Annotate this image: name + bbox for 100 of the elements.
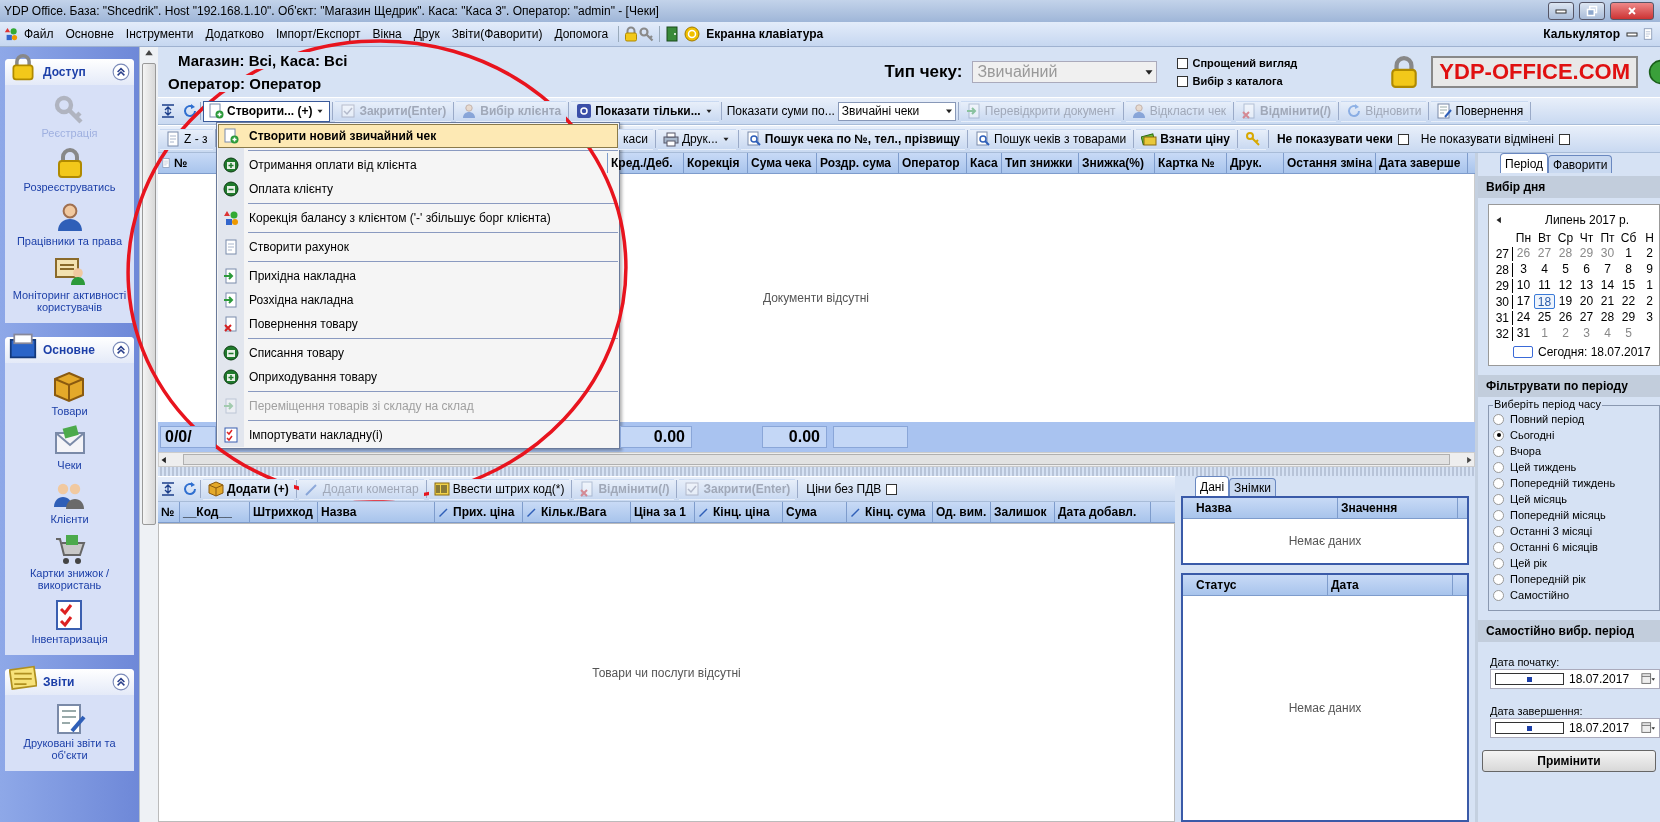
calendar-day[interactable]: 24 xyxy=(1513,310,1534,325)
calendar-day[interactable]: 22 xyxy=(1618,294,1639,309)
period-option[interactable]: Цей рік xyxy=(1493,556,1655,570)
column-header[interactable]: Кінц. ціна xyxy=(695,502,783,522)
column-header[interactable]: Статус xyxy=(1193,575,1328,595)
calendar-day[interactable]: 1 xyxy=(1534,326,1555,341)
toolbar-button[interactable]: Показати тільки... xyxy=(571,100,719,122)
toolbar-button[interactable]: Пошук чеків з товарами xyxy=(970,128,1132,150)
menu-item[interactable]: Повернення товару xyxy=(218,312,618,336)
calendar-day[interactable]: 6 xyxy=(1576,262,1597,277)
calendar-day[interactable]: 28 xyxy=(1597,310,1618,325)
calendar-day[interactable]: 11 xyxy=(1534,278,1555,293)
column-header[interactable]: Сума xyxy=(783,502,847,522)
calendar-day[interactable]: 3 xyxy=(1576,326,1597,341)
menu-item[interactable]: Звіти(Фаворити) xyxy=(445,25,549,43)
column-header[interactable]: Роздр. сума xyxy=(817,153,899,173)
column-header[interactable]: № xyxy=(158,502,180,522)
calendar-day[interactable]: 4 xyxy=(1597,326,1618,341)
menu-item[interactable]: Допомога xyxy=(548,25,615,43)
column-header[interactable]: Оператор xyxy=(899,153,967,173)
calendar-day[interactable]: 15 xyxy=(1618,278,1639,293)
calendar-day[interactable]: 5 xyxy=(1618,326,1639,341)
column-header[interactable]: Кільк./Вага xyxy=(523,502,631,522)
collapse-button[interactable] xyxy=(112,341,130,359)
calendar-day[interactable]: 17 xyxy=(1513,294,1534,309)
scrollbar[interactable] xyxy=(139,47,158,822)
menu-item[interactable]: Створити новий звичайний чек xyxy=(218,124,618,148)
tab[interactable]: Знімки xyxy=(1229,478,1276,496)
radio-button[interactable] xyxy=(1493,589,1504,601)
column-header[interactable]: Назва xyxy=(318,502,435,522)
column-header[interactable]: Ціна за 1 xyxy=(631,502,695,522)
column-header[interactable]: Остання зміна xyxy=(1284,153,1376,173)
menu-item[interactable]: Файл xyxy=(18,25,60,43)
calendar-day[interactable]: 27 xyxy=(1534,246,1555,261)
column-header[interactable]: Штрихкод xyxy=(250,502,318,522)
toolbar-button[interactable]: Друк... xyxy=(657,128,736,150)
sidebar-item[interactable]: Розреєструватись xyxy=(21,145,118,195)
keyboard-button[interactable]: Екранна клавіатура xyxy=(700,25,830,43)
tab[interactable]: Період xyxy=(1500,153,1549,173)
toolbar-button[interactable]: Повернення xyxy=(1431,100,1529,122)
sidebar-item[interactable]: Моніторинг активності користувачів xyxy=(9,253,130,315)
calendar-day[interactable]: 3 xyxy=(1513,262,1534,277)
radio-button[interactable] xyxy=(1493,461,1504,473)
calendar-day[interactable]: 8 xyxy=(1618,262,1639,277)
period-option[interactable]: Попередній тиждень xyxy=(1493,476,1655,490)
column-header[interactable]: Дата добавл. xyxy=(1055,502,1151,522)
calendar-day[interactable]: 4 xyxy=(1534,262,1555,277)
sidebar-item[interactable]: Інвентаризація xyxy=(29,597,110,647)
filter-dropdown[interactable]: Звичайні чеки xyxy=(837,101,956,121)
toolbar-button[interactable]: Взнати ціну xyxy=(1136,128,1235,150)
calendar-day[interactable]: 2 xyxy=(1639,246,1660,261)
apply-button[interactable]: Примінити xyxy=(1482,750,1656,772)
menu-item[interactable]: Інструменти xyxy=(119,25,200,43)
checkbox[interactable] xyxy=(1397,133,1409,145)
calendar-day[interactable]: 1 xyxy=(1618,246,1639,261)
close-button[interactable] xyxy=(1610,2,1654,20)
column-header[interactable]: Картка № xyxy=(1155,153,1227,173)
period-option[interactable]: Сьогодні xyxy=(1493,428,1655,442)
column-header[interactable]: Каса xyxy=(967,153,1002,173)
radio-button[interactable] xyxy=(1493,525,1504,537)
column-header[interactable]: Друк. xyxy=(1227,153,1284,173)
column-header[interactable]: Дата заверше xyxy=(1376,153,1468,173)
toolbar-button[interactable]: каси xyxy=(618,128,653,150)
calendar-day[interactable]: 13 xyxy=(1576,278,1597,293)
checkbox[interactable] xyxy=(1177,75,1189,87)
checkbox[interactable] xyxy=(1177,57,1189,69)
calendar-day[interactable]: 21 xyxy=(1597,294,1618,309)
scrollbar[interactable] xyxy=(158,452,1475,467)
menu-item[interactable]: Друк xyxy=(407,25,446,43)
radio-button[interactable] xyxy=(1493,477,1504,489)
calendar-day[interactable]: 26 xyxy=(1555,310,1576,325)
tab[interactable]: Дані xyxy=(1195,476,1230,496)
column-header[interactable]: Дата xyxy=(1328,575,1453,595)
calendar-day[interactable]: 10 xyxy=(1513,278,1534,293)
collapse-button[interactable] xyxy=(112,63,130,81)
sidebar-item[interactable]: Картки знижок / використань xyxy=(9,531,130,593)
calendar-day[interactable]: 12 xyxy=(1555,278,1576,293)
menu-item[interactable]: Додатково xyxy=(199,25,270,43)
period-option[interactable]: Попередній місяць xyxy=(1493,508,1655,522)
radio-button[interactable] xyxy=(1493,557,1504,569)
column-header[interactable]: Значення xyxy=(1338,498,1458,518)
checkbox[interactable] xyxy=(1495,673,1564,685)
checkbox[interactable] xyxy=(1495,722,1564,734)
calendar-day[interactable]: 30 xyxy=(1597,246,1618,261)
calendar-day[interactable]: 7 xyxy=(1597,262,1618,277)
menu-item[interactable]: Імпорт/Експорт xyxy=(270,25,367,43)
column-header[interactable]: Знижка(%) xyxy=(1079,153,1155,173)
menu-item[interactable]: Основне xyxy=(59,25,120,43)
calendar-day[interactable]: 27 xyxy=(1576,310,1597,325)
calendar-day[interactable]: 14 xyxy=(1597,278,1618,293)
menu-item[interactable]: Корекція балансу з клієнтом ('-' збільшує борг клієнта) xyxy=(218,206,618,230)
period-option[interactable]: Попередній рік xyxy=(1493,572,1655,586)
menu-item[interactable]: Списання товару xyxy=(218,341,618,365)
menu-item[interactable]: Вікна xyxy=(366,25,408,43)
calendar-day[interactable]: 28 xyxy=(1555,246,1576,261)
toolbar-button[interactable]: Додати (+) xyxy=(203,478,294,500)
checkbox[interactable] xyxy=(1558,133,1570,145)
radio-button[interactable] xyxy=(1493,573,1504,585)
collapse-button[interactable] xyxy=(112,673,130,691)
calendar-day[interactable]: 5 xyxy=(1555,262,1576,277)
